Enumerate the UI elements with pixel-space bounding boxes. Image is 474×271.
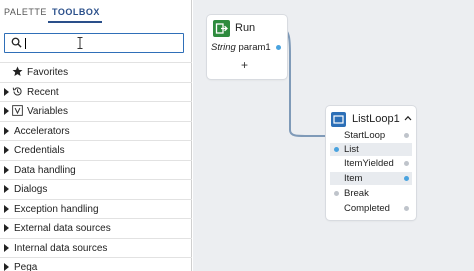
port-completed[interactable]: Completed bbox=[330, 202, 412, 215]
tree-item-accelerators[interactable]: Accelerators bbox=[0, 120, 192, 141]
tree-item-label: External data sources bbox=[14, 223, 111, 234]
tree-item-pega[interactable]: Pega bbox=[0, 257, 192, 271]
expand-arrow-icon[interactable] bbox=[4, 243, 9, 252]
port-label: Item bbox=[344, 173, 363, 184]
toolbox-panel: PALETTE TOOLBOX Favorites Recent Variabl… bbox=[0, 0, 192, 271]
listloop-node-title: ListLoop1 bbox=[352, 113, 400, 125]
tab-toolbox[interactable]: TOOLBOX bbox=[52, 6, 100, 18]
expand-arrow-icon[interactable] bbox=[4, 204, 9, 213]
tree-item-favorites[interactable]: Favorites bbox=[0, 62, 192, 82]
listloop-node-icon-badge bbox=[331, 112, 346, 127]
tree-item-label: Recent bbox=[27, 86, 59, 98]
expand-arrow-icon[interactable] bbox=[4, 146, 9, 154]
tree-item-label: Pega bbox=[14, 262, 38, 271]
expand-arrow-icon[interactable] bbox=[4, 185, 9, 193]
output-port-dot[interactable] bbox=[276, 45, 281, 50]
ibeam-cursor-icon bbox=[77, 37, 83, 49]
run-node-title: Run bbox=[235, 22, 256, 34]
port-startloop[interactable]: StartLoop bbox=[330, 129, 412, 142]
flow-canvas[interactable]: Run String param1 + ListLoop1 StartLoop … bbox=[193, 0, 474, 271]
toolbox-tree: Favorites Recent Variables Accelerators bbox=[0, 62, 192, 271]
tree-item-external-data-sources[interactable]: External data sources bbox=[0, 218, 192, 238]
tree-item-data-handling[interactable]: Data handling bbox=[0, 159, 192, 180]
tree-item-variables[interactable]: Variables bbox=[0, 101, 192, 121]
expand-arrow-icon[interactable] bbox=[4, 107, 9, 115]
chevron-up-icon[interactable] bbox=[404, 115, 412, 121]
tab-palette[interactable]: PALETTE bbox=[4, 6, 47, 18]
add-parameter-button[interactable]: + bbox=[241, 59, 248, 71]
port-dot[interactable] bbox=[404, 133, 409, 138]
tree-item-recent[interactable]: Recent bbox=[0, 81, 192, 102]
history-icon bbox=[12, 86, 22, 95]
expand-arrow-icon[interactable] bbox=[4, 263, 9, 271]
tree-item-label: Exception handling bbox=[14, 203, 99, 215]
port-dot[interactable] bbox=[404, 206, 409, 211]
run-node-icon-badge bbox=[213, 20, 230, 37]
param-type: String bbox=[211, 42, 236, 53]
run-param[interactable]: String param1 bbox=[211, 42, 271, 54]
expand-arrow-icon[interactable] bbox=[4, 165, 9, 174]
search-input[interactable] bbox=[24, 36, 174, 50]
tree-item-label: Credentials bbox=[14, 145, 65, 156]
port-item[interactable]: Item bbox=[330, 172, 412, 185]
port-label: ItemYielded bbox=[344, 158, 394, 169]
listloop-node[interactable]: ListLoop1 StartLoop List ItemYielded Ite… bbox=[326, 106, 416, 220]
variable-icon bbox=[12, 105, 23, 116]
star-icon bbox=[12, 66, 23, 76]
port-label: StartLoop bbox=[344, 130, 386, 141]
port-itemyielded[interactable]: ItemYielded bbox=[330, 157, 412, 170]
port-list[interactable]: List bbox=[330, 143, 412, 156]
port-dot[interactable] bbox=[404, 176, 409, 181]
port-break[interactable]: Break bbox=[330, 187, 412, 200]
run-icon bbox=[215, 23, 228, 34]
tree-item-label: Favorites bbox=[27, 67, 69, 78]
search-field[interactable] bbox=[4, 33, 184, 53]
tree-item-label: Data handling bbox=[14, 164, 76, 176]
port-label: List bbox=[344, 144, 359, 155]
port-label: Break bbox=[344, 188, 369, 199]
param-name: param1 bbox=[238, 42, 271, 53]
expand-arrow-icon[interactable] bbox=[4, 224, 9, 232]
tree-item-label: Variables bbox=[27, 106, 68, 117]
run-node[interactable]: Run String param1 + bbox=[207, 15, 287, 79]
tree-item-label: Accelerators bbox=[14, 125, 70, 137]
expand-arrow-icon[interactable] bbox=[4, 87, 9, 96]
tree-item-exception-handling[interactable]: Exception handling bbox=[0, 198, 192, 219]
active-tab-indicator bbox=[48, 21, 102, 23]
expand-arrow-icon[interactable] bbox=[4, 126, 9, 135]
tree-item-dialogs[interactable]: Dialogs bbox=[0, 179, 192, 199]
tree-item-credentials[interactable]: Credentials bbox=[0, 140, 192, 160]
port-dot[interactable] bbox=[404, 161, 409, 166]
port-dot[interactable] bbox=[334, 191, 339, 196]
tree-item-label: Internal data sources bbox=[14, 242, 108, 254]
port-dot[interactable] bbox=[334, 147, 339, 152]
loop-icon bbox=[333, 115, 344, 124]
tree-item-label: Dialogs bbox=[14, 184, 48, 195]
search-icon bbox=[11, 37, 22, 48]
tree-item-internal-data-sources[interactable]: Internal data sources bbox=[0, 237, 192, 258]
panel-tabs: PALETTE TOOLBOX bbox=[0, 0, 192, 24]
text-caret bbox=[25, 38, 26, 49]
port-label: Completed bbox=[344, 203, 390, 214]
